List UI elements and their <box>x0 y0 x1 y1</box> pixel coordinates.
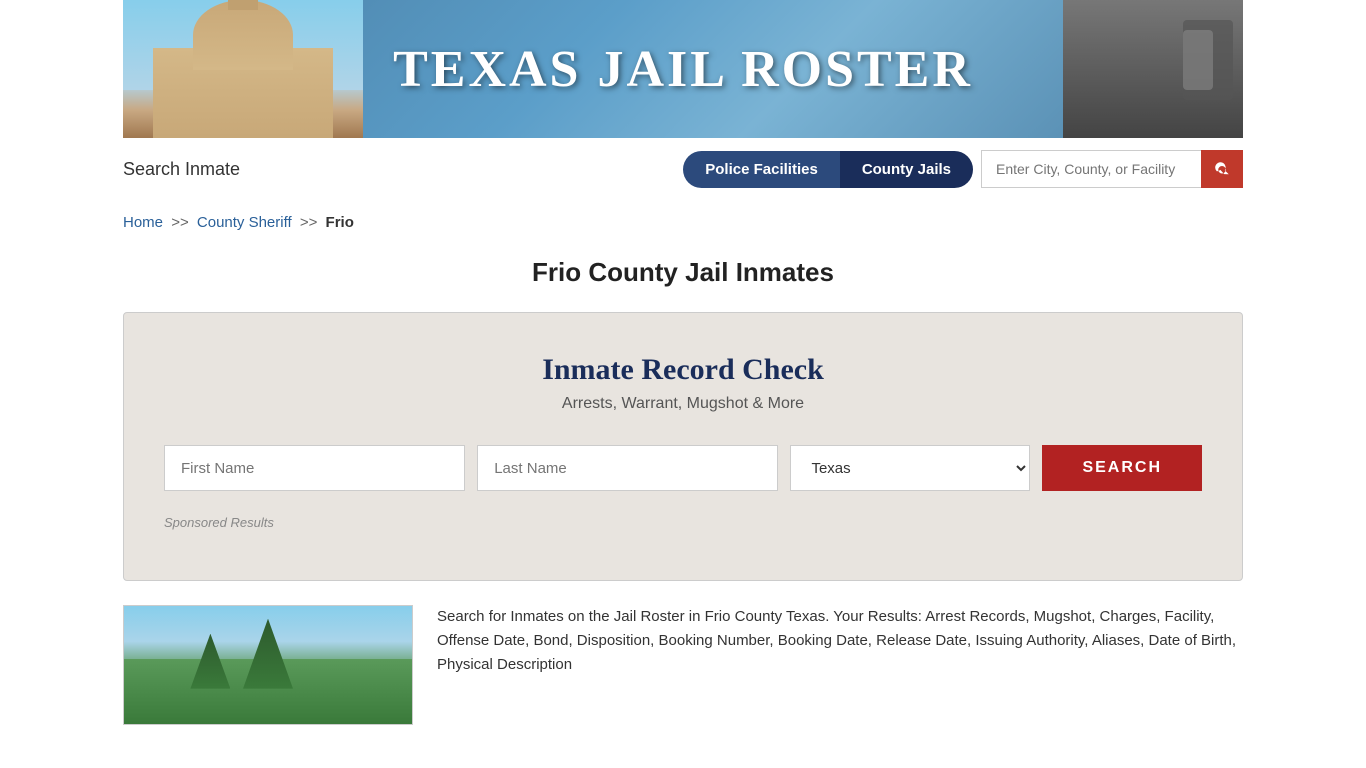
record-check-box: Inmate Record Check Arrests, Warrant, Mu… <box>123 312 1243 581</box>
facility-search-button[interactable] <box>1201 150 1243 188</box>
navbar: Search Inmate Police Facilities County J… <box>123 138 1243 200</box>
bottom-description: Search for Inmates on the Jail Roster in… <box>437 605 1243 725</box>
record-search-button[interactable]: SEARCH <box>1042 445 1202 491</box>
county-image <box>123 605 413 725</box>
header-banner: Texas Jail Roster <box>123 0 1243 138</box>
state-select[interactable]: AlabamaAlaskaArizonaArkansasCaliforniaCo… <box>790 445 1030 491</box>
search-inmate-label: Search Inmate <box>123 159 240 180</box>
capitol-image <box>123 0 363 138</box>
first-name-input[interactable] <box>164 445 465 491</box>
nav-right: Police Facilities County Jails <box>683 150 1243 188</box>
record-check-form: AlabamaAlaskaArizonaArkansasCaliforniaCo… <box>164 445 1202 491</box>
site-title: Texas Jail Roster <box>393 40 973 99</box>
breadcrumb-county-sheriff[interactable]: County Sheriff <box>197 214 292 231</box>
breadcrumb: Home >> County Sheriff >> Frio <box>123 200 1243 241</box>
facility-search-wrap <box>981 150 1243 188</box>
sponsored-results: Sponsored Results <box>164 515 1202 530</box>
breadcrumb-sep2: >> <box>300 214 318 231</box>
bottom-section: Search for Inmates on the Jail Roster in… <box>123 605 1243 725</box>
county-jails-button[interactable]: County Jails <box>840 151 973 188</box>
page-title: Frio County Jail Inmates <box>0 257 1366 288</box>
facility-search-input[interactable] <box>981 150 1201 188</box>
search-icon <box>1213 160 1231 178</box>
breadcrumb-home[interactable]: Home <box>123 214 163 231</box>
breadcrumb-sep1: >> <box>171 214 189 231</box>
last-name-input[interactable] <box>477 445 778 491</box>
record-check-subtitle: Arrests, Warrant, Mugshot & More <box>164 395 1202 413</box>
police-facilities-button[interactable]: Police Facilities <box>683 151 840 188</box>
jail-keys-image <box>1063 0 1243 138</box>
record-check-title: Inmate Record Check <box>164 353 1202 387</box>
breadcrumb-current: Frio <box>326 214 354 231</box>
